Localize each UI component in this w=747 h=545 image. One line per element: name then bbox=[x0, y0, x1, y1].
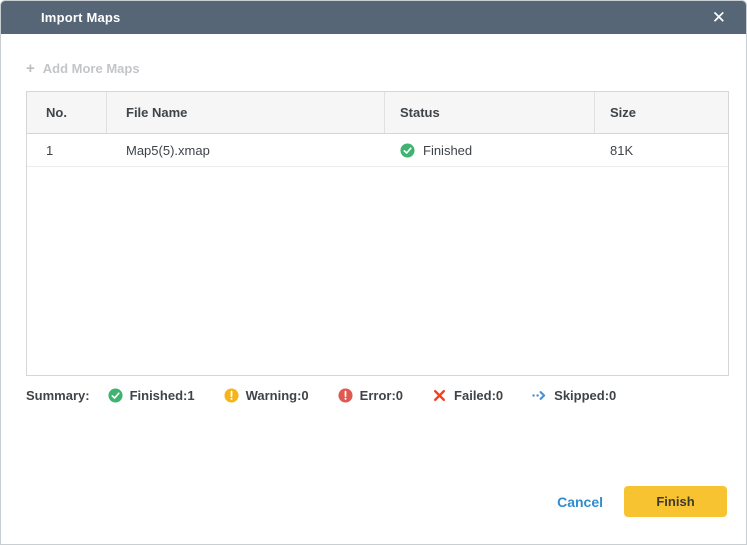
summary-warning-label: Warning:0 bbox=[246, 388, 309, 403]
row-number: 1 bbox=[27, 134, 107, 166]
summary-error-label: Error:0 bbox=[360, 388, 403, 403]
plus-icon: + bbox=[26, 61, 35, 76]
table-header-row: No. File Name Status Size bbox=[27, 92, 728, 134]
failed-x-icon bbox=[432, 388, 447, 403]
close-icon[interactable]: ✕ bbox=[708, 7, 730, 28]
summary-failed-label: Failed:0 bbox=[454, 388, 503, 403]
row-file-name: Map5(5).xmap bbox=[107, 134, 385, 166]
row-status-label: Finished bbox=[423, 143, 472, 158]
column-header-file-name: File Name bbox=[107, 92, 385, 133]
add-more-maps-label: Add More Maps bbox=[43, 61, 140, 76]
dialog-titlebar: Import Maps ✕ bbox=[1, 1, 746, 34]
finish-button[interactable]: Finish bbox=[624, 486, 727, 517]
dialog-title: Import Maps bbox=[41, 10, 120, 25]
summary-skipped: Skipped:0 bbox=[532, 388, 616, 403]
summary-finished-label: Finished:1 bbox=[130, 388, 195, 403]
summary-label: Summary: bbox=[26, 388, 90, 403]
summary-skipped-label: Skipped:0 bbox=[554, 388, 616, 403]
skipped-arrow-icon bbox=[532, 388, 547, 403]
row-status: Finished bbox=[385, 134, 595, 166]
summary-failed: Failed:0 bbox=[432, 388, 503, 403]
summary-warning: Warning:0 bbox=[224, 388, 309, 403]
column-header-status: Status bbox=[385, 92, 595, 133]
finished-check-icon bbox=[400, 143, 415, 158]
finished-check-icon bbox=[108, 388, 123, 403]
row-size: 81K bbox=[595, 134, 728, 166]
summary-finished: Finished:1 bbox=[108, 388, 195, 403]
cancel-button[interactable]: Cancel bbox=[557, 494, 603, 510]
warning-icon bbox=[224, 388, 239, 403]
column-header-no: No. bbox=[27, 92, 107, 133]
column-header-size: Size bbox=[595, 92, 728, 133]
dialog-footer: Cancel Finish bbox=[557, 486, 727, 517]
import-files-table: No. File Name Status Size 1 Map5(5).xmap… bbox=[26, 91, 729, 376]
add-more-maps-button[interactable]: + Add More Maps bbox=[26, 61, 140, 76]
summary-error: Error:0 bbox=[338, 388, 403, 403]
error-icon bbox=[338, 388, 353, 403]
import-maps-dialog: Import Maps ✕ + Add More Maps No. File N… bbox=[0, 0, 747, 545]
table-row[interactable]: 1 Map5(5).xmap Finished 81K bbox=[27, 134, 728, 167]
summary-bar: Summary: Finished:1 Warning:0 Error:0 bbox=[26, 388, 616, 403]
